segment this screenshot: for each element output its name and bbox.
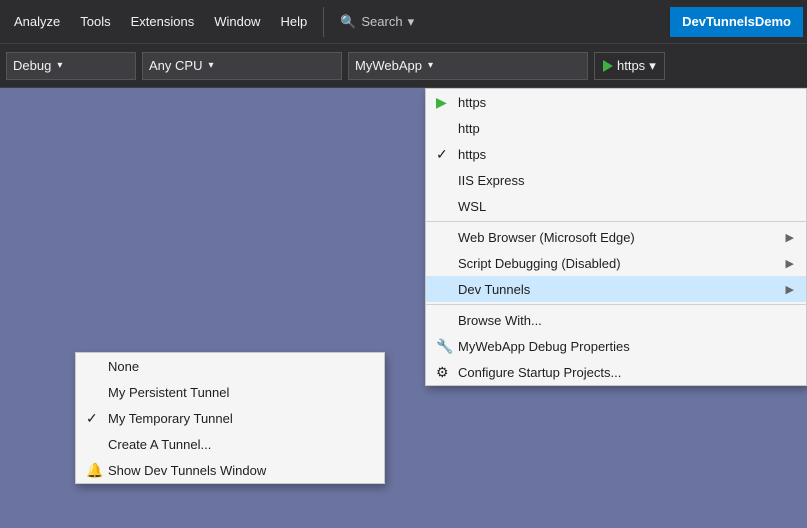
menu-item-debug-props-label: MyWebApp Debug Properties: [458, 339, 630, 354]
cpu-dropdown[interactable]: Any CPU ▾: [142, 52, 342, 80]
menu-item-browser[interactable]: Web Browser (Microsoft Edge) ▶: [426, 224, 806, 250]
submenu-arrow-icon: ▶: [786, 283, 794, 296]
submenu-arrow-icon: ▶: [786, 257, 794, 270]
check-icon: ✓: [436, 146, 448, 163]
toolbar: Debug ▾ Any CPU ▾ MyWebApp ▾ https ▾: [0, 44, 807, 88]
sub-menu-item-persistent[interactable]: My Persistent Tunnel: [76, 379, 384, 405]
sub-menu-persistent-label: My Persistent Tunnel: [108, 385, 229, 400]
menu-extensions[interactable]: Extensions: [121, 0, 205, 44]
main-area: ▶ https http ✓ https IIS Express WSL Web…: [0, 88, 807, 528]
menu-help[interactable]: Help: [270, 0, 317, 44]
menu-analyze[interactable]: Analyze: [4, 0, 70, 44]
separator-2: [426, 304, 806, 305]
search-chevron-icon: ▾: [408, 14, 415, 30]
sub-menu-item-show-window[interactable]: 🔔 Show Dev Tunnels Window: [76, 457, 384, 483]
menu-divider: [323, 7, 324, 37]
search-icon: 🔍: [340, 14, 356, 30]
debug-arrow-icon: ▾: [57, 60, 62, 71]
play-icon: ▶: [436, 94, 447, 111]
cpu-arrow-icon: ▾: [208, 60, 213, 71]
menu-item-iis[interactable]: IIS Express: [426, 167, 806, 193]
sub-menu-item-none[interactable]: None: [76, 353, 384, 379]
menu-item-browser-label: Web Browser (Microsoft Edge): [458, 230, 635, 245]
debug-dropdown[interactable]: Debug ▾: [6, 52, 136, 80]
search-label: Search: [361, 14, 402, 29]
sub-menu-show-window-label: Show Dev Tunnels Window: [108, 463, 266, 478]
menu-item-script-debug[interactable]: Script Debugging (Disabled) ▶: [426, 250, 806, 276]
menu-item-dev-tunnels[interactable]: Dev Tunnels ▶: [426, 276, 806, 302]
check-icon: ✓: [86, 410, 98, 427]
menu-item-iis-label: IIS Express: [458, 173, 524, 188]
menu-window[interactable]: Window: [204, 0, 270, 44]
separator-1: [426, 221, 806, 222]
menu-item-browse-with[interactable]: Browse With...: [426, 307, 806, 333]
menu-item-https-checked-label: https: [458, 147, 486, 162]
dev-tunnels-submenu: None My Persistent Tunnel ✓ My Temporary…: [75, 352, 385, 484]
menu-item-configure-startup-label: Configure Startup Projects...: [458, 365, 621, 380]
sub-menu-item-temporary[interactable]: ✓ My Temporary Tunnel: [76, 405, 384, 431]
menu-item-configure-startup[interactable]: ⚙ Configure Startup Projects...: [426, 359, 806, 385]
app-dropdown[interactable]: MyWebApp ▾: [348, 52, 588, 80]
wrench-icon: 🔧: [436, 338, 453, 355]
debug-label: Debug: [13, 58, 51, 73]
menu-item-wsl-label: WSL: [458, 199, 486, 214]
menu-item-http-label: http: [458, 121, 480, 136]
submenu-arrow-icon: ▶: [786, 231, 794, 244]
sub-menu-temporary-label: My Temporary Tunnel: [108, 411, 233, 426]
menu-item-http[interactable]: http: [426, 115, 806, 141]
menu-item-https-run[interactable]: ▶ https: [426, 89, 806, 115]
menu-tools[interactable]: Tools: [70, 0, 120, 44]
sub-menu-item-create[interactable]: Create A Tunnel...: [76, 431, 384, 457]
menu-item-https-run-label: https: [458, 95, 486, 110]
menu-item-browse-with-label: Browse With...: [458, 313, 542, 328]
menu-bar: Analyze Tools Extensions Window Help 🔍 S…: [0, 0, 807, 44]
sub-menu-create-label: Create A Tunnel...: [108, 437, 211, 452]
menu-item-dev-tunnels-label: Dev Tunnels: [458, 282, 530, 297]
app-label: MyWebApp: [355, 58, 422, 73]
run-label: https: [617, 58, 645, 73]
app-arrow-icon: ▾: [428, 60, 433, 71]
menu-item-script-debug-label: Script Debugging (Disabled): [458, 256, 621, 271]
menu-item-wsl[interactable]: WSL: [426, 193, 806, 219]
dev-tunnels-project-button[interactable]: DevTunnelsDemo: [670, 7, 803, 37]
search-button[interactable]: 🔍 Search ▾: [330, 10, 424, 34]
primary-dropdown-menu: ▶ https http ✓ https IIS Express WSL Web…: [425, 88, 807, 386]
run-button[interactable]: https ▾: [594, 52, 665, 80]
sub-menu-none-label: None: [108, 359, 139, 374]
run-arrow-icon: ▾: [649, 58, 656, 74]
play-icon: [603, 60, 613, 72]
menu-item-https-checked[interactable]: ✓ https: [426, 141, 806, 167]
cpu-label: Any CPU: [149, 58, 202, 73]
menu-item-debug-props[interactable]: 🔧 MyWebApp Debug Properties: [426, 333, 806, 359]
bell-icon: 🔔: [86, 462, 103, 479]
gear-icon: ⚙: [436, 364, 449, 381]
